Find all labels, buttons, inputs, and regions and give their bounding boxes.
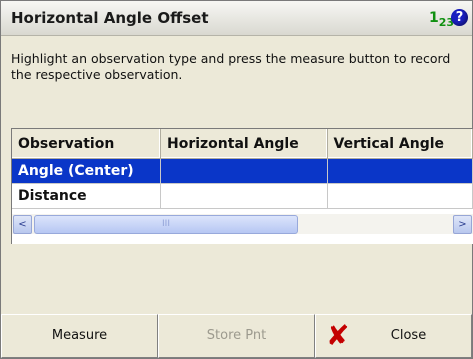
column-header-observation[interactable]: Observation <box>12 129 161 159</box>
store-pnt-button[interactable]: Store Pnt <box>158 314 315 358</box>
table-row-angle-center[interactable]: Angle (Center) <box>12 158 473 184</box>
cell-horizontal-angle[interactable] <box>160 183 328 209</box>
column-header-vertical-angle[interactable]: Vertical Angle <box>327 129 473 159</box>
cell-observation[interactable]: Angle (Center) <box>12 158 161 184</box>
column-header-horizontal-angle[interactable]: Horizontal Angle <box>160 129 328 159</box>
title-bar: Horizontal Angle Offset 123 ? <box>1 1 472 36</box>
close-label: Close <box>390 328 427 343</box>
close-x-icon: ✘ <box>326 319 350 352</box>
dialog-window: Horizontal Angle Offset 123 ? Highlight … <box>0 0 473 359</box>
horizontal-scrollbar[interactable]: < III > <box>12 214 473 234</box>
scroll-left-arrow-icon[interactable]: < <box>13 215 32 234</box>
scrollbar-thumb[interactable]: III <box>34 215 298 234</box>
cell-vertical-angle[interactable] <box>327 158 473 184</box>
help-icon[interactable]: ? <box>451 9 468 26</box>
instructions-text: Highlight an observation type and press … <box>11 51 451 82</box>
measure-button[interactable]: Measure <box>1 314 158 358</box>
button-bar: Measure Store Pnt ✘ Close <box>1 314 472 358</box>
cell-horizontal-angle[interactable] <box>160 158 328 184</box>
cell-vertical-angle[interactable] <box>327 183 473 209</box>
table-row-distance[interactable]: Distance <box>12 183 473 209</box>
close-button[interactable]: ✘ Close <box>315 314 472 358</box>
scroll-right-arrow-icon[interactable]: > <box>453 215 472 234</box>
cell-observation[interactable]: Distance <box>12 183 161 209</box>
observation-table: Observation Horizontal Angle Vertical An… <box>11 128 473 244</box>
table-header-row: Observation Horizontal Angle Vertical An… <box>12 129 473 159</box>
dialog-title: Horizontal Angle Offset <box>11 9 209 27</box>
